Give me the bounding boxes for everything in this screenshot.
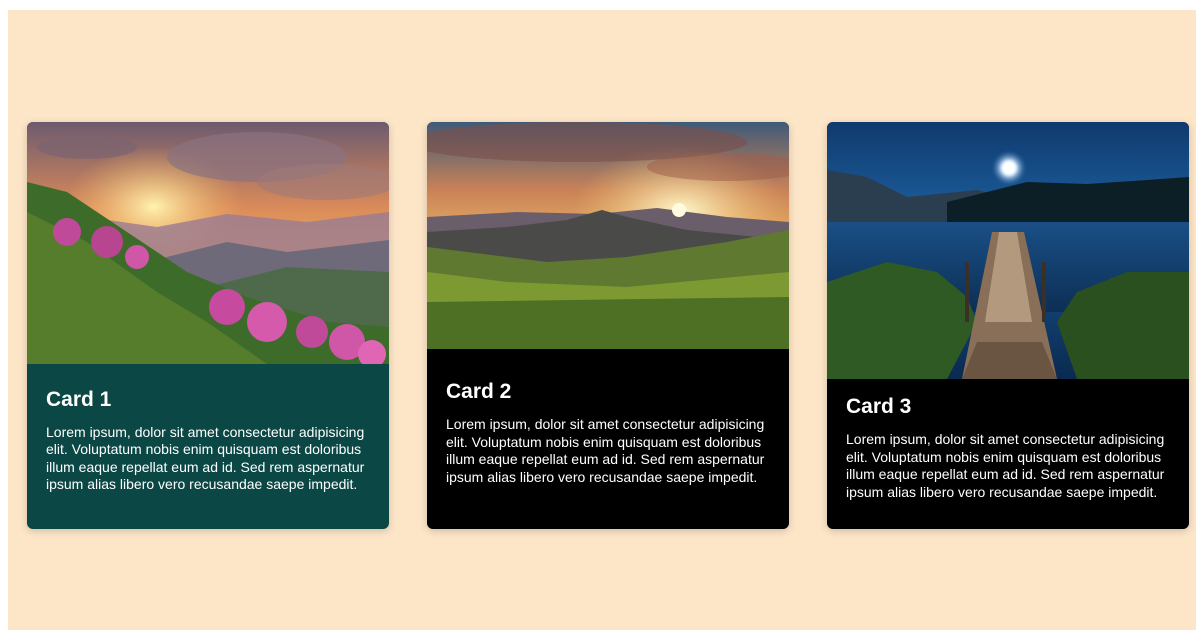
card-title: Card 3 (846, 395, 912, 418)
lake-pier-moonlight-image (827, 122, 1189, 379)
card-body: Card 3 Lorem ipsum, dolor sit amet conse… (827, 379, 1189, 529)
card-1[interactable]: Card 1 Lorem ipsum, dolor sit amet conse… (27, 122, 389, 529)
card-body: Card 1 Lorem ipsum, dolor sit amet conse… (27, 364, 389, 529)
page-background: Card 1 Lorem ipsum, dolor sit amet conse… (8, 10, 1196, 630)
card-2[interactable]: Card 2 Lorem ipsum, dolor sit amet conse… (427, 122, 789, 529)
mountain-sunrise-meadow-image (427, 122, 789, 349)
card-text: Lorem ipsum, dolor sit amet consectetur … (846, 431, 1165, 500)
card-3[interactable]: Card 3 Lorem ipsum, dolor sit amet conse… (827, 122, 1189, 529)
card-title: Card 1 (46, 387, 112, 411)
card-body: Card 2 Lorem ipsum, dolor sit amet conse… (427, 349, 789, 529)
mountain-sunset-flowers-image (27, 122, 389, 364)
card-title: Card 2 (446, 380, 512, 403)
card-text: Lorem ipsum, dolor sit amet consectetur … (446, 416, 765, 485)
card-text: Lorem ipsum, dolor sit amet consectetur … (46, 423, 365, 493)
